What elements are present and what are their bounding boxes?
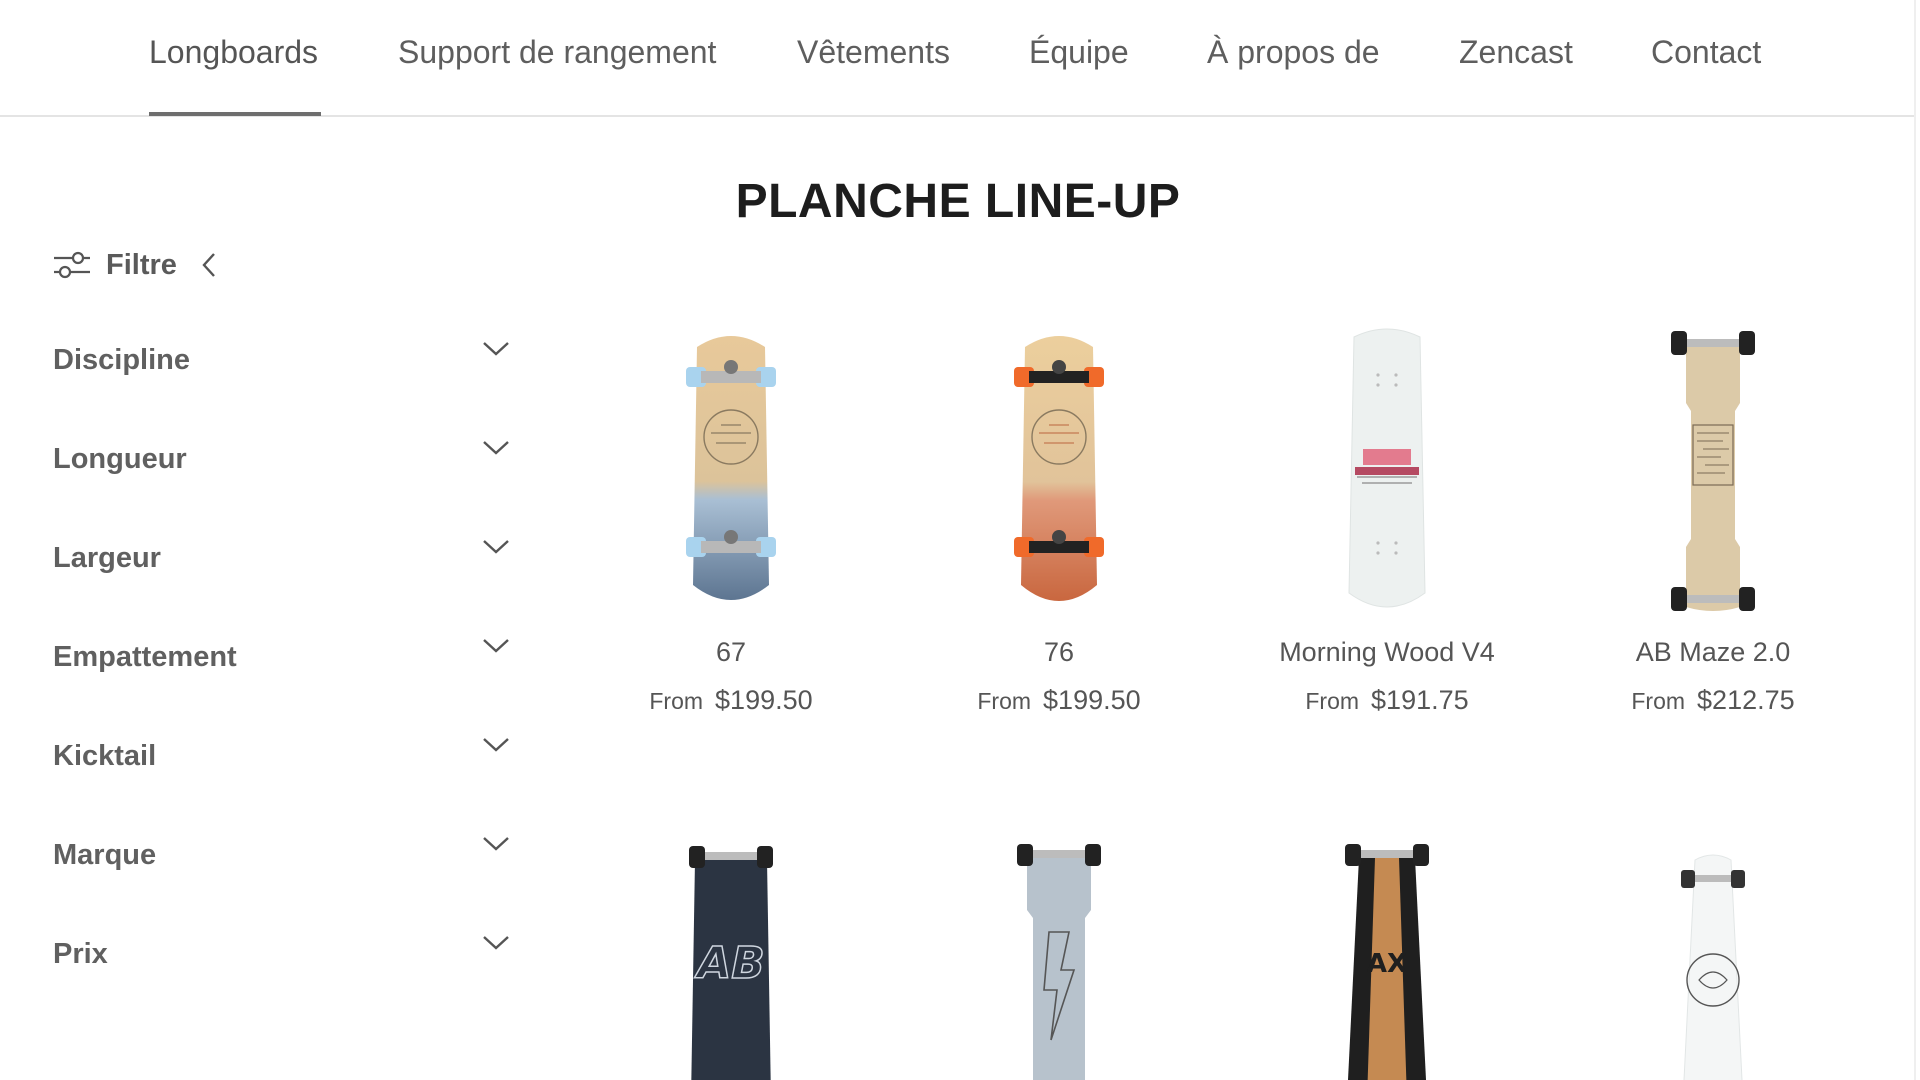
product-name: AB Maze 2.0 (1635, 637, 1791, 667)
facet-longueur[interactable]: Longueur (53, 435, 511, 485)
product-name: 76 (1043, 637, 1075, 667)
page-title: PLANCHE LINE-UP (735, 175, 1181, 228)
price-amount: $212.75 (1697, 685, 1795, 715)
nav-a-propos-de[interactable]: À propos de (1207, 34, 1380, 71)
nav-zencast[interactable]: Zencast (1459, 34, 1573, 71)
nav-contact[interactable]: Contact (1651, 34, 1761, 71)
filter-toggle[interactable]: Filtre (52, 244, 219, 286)
product-price: From $191.75 (1227, 685, 1547, 716)
price-from-label: From (649, 688, 704, 714)
top-navigation: Longboards Support de rangement Vêtement… (0, 0, 1916, 117)
product-price: From $199.50 (571, 685, 891, 716)
white-pintail-deck-image (1681, 854, 1745, 1080)
chevron-down-icon (483, 540, 509, 554)
white-longboard-deck-image (1348, 328, 1426, 608)
chevron-down-icon (483, 342, 509, 356)
facet-label: Kicktail (53, 740, 157, 772)
chevron-left-icon[interactable] (199, 250, 219, 280)
nav-vetements[interactable]: Vêtements (797, 34, 950, 71)
maze-drop-through-deck-image (1671, 331, 1755, 611)
facet-label: Empattement (53, 641, 237, 673)
svg-text:AX: AX (1367, 949, 1407, 979)
svg-text:AB: AB (694, 938, 765, 989)
product-name: 67 (715, 637, 747, 667)
facet-kicktail[interactable]: Kicktail (53, 732, 511, 782)
price-from-label: From (977, 688, 1032, 714)
surfskate-deck-orange-wheels-image (1014, 336, 1104, 601)
price-amount: $199.50 (715, 685, 813, 715)
facet-label: Prix (53, 938, 108, 970)
facet-prix[interactable]: Prix (53, 930, 511, 980)
nav-equipe[interactable]: Équipe (1029, 34, 1129, 71)
product-name: Morning Wood V4 (1279, 637, 1495, 667)
grey-lightning-deck-image (1017, 844, 1101, 1080)
filter-label: Filtre (106, 248, 177, 281)
page-edge-divider (1914, 0, 1916, 1080)
filter-sliders-icon (54, 251, 90, 279)
ax-wood-deck-image: AX (1345, 844, 1429, 1080)
chevron-down-icon (483, 936, 509, 950)
facet-marque[interactable]: Marque (53, 831, 511, 881)
price-amount: $191.75 (1371, 685, 1469, 715)
nav-support-de-rangement[interactable]: Support de rangement (398, 34, 716, 71)
surfskate-deck-blue-wheels-image (686, 336, 776, 600)
facet-label: Discipline (53, 344, 190, 376)
chevron-down-icon (483, 639, 509, 653)
facet-discipline[interactable]: Discipline (53, 336, 511, 386)
chevron-down-icon (483, 441, 509, 455)
product-price: From $199.50 (899, 685, 1219, 716)
facet-largeur[interactable]: Largeur (53, 534, 511, 584)
chevron-down-icon (483, 837, 509, 851)
price-from-label: From (1305, 688, 1360, 714)
facet-label: Largeur (53, 542, 161, 574)
black-ab-deck-image: AB (689, 846, 773, 1080)
facet-empattement[interactable]: Empattement (53, 633, 511, 683)
facet-label: Longueur (53, 443, 187, 475)
product-price: From $212.75 (1553, 685, 1873, 716)
price-amount: $199.50 (1043, 685, 1141, 715)
active-tab-underline (149, 112, 321, 116)
nav-longboards[interactable]: Longboards (149, 34, 318, 71)
chevron-down-icon (483, 738, 509, 752)
price-from-label: From (1631, 688, 1686, 714)
facet-label: Marque (53, 839, 157, 871)
